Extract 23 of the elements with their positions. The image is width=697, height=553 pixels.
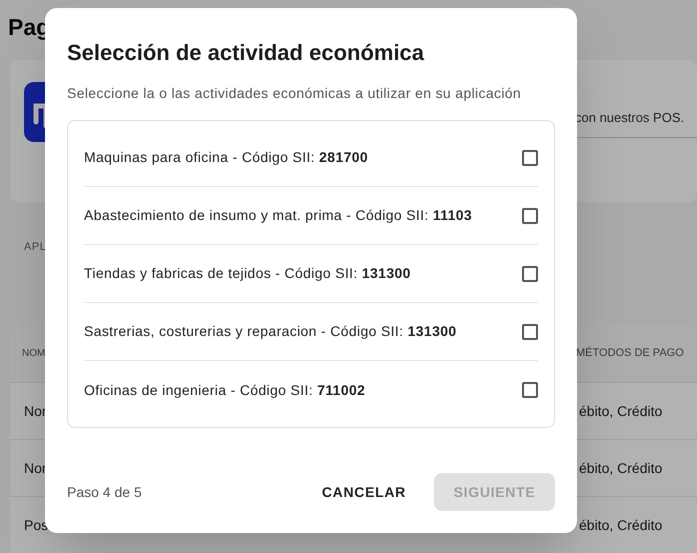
cancel-button[interactable]: CANCELAR [322,473,406,511]
activity-label: Abastecimiento de insumo y mat. prima - Código SII: 11103 [84,206,472,225]
activity-label: Maquinas para oficina - Código SII: 281700 [84,148,368,167]
table-cell-text: ébito, Crédito [579,516,664,535]
activity-label: Sastrerias, costurerias y reparacion - Código SII: 131300 [84,322,456,341]
checkbox[interactable] [522,266,538,282]
checkbox[interactable] [522,150,538,166]
activity-label: Oficinas de ingenieria - Código SII: 711002 [84,380,366,400]
table-cell-text: Nor [23,402,47,421]
section-label: APL [24,240,46,253]
step-indicator: Paso 4 de 5 [67,482,142,502]
table-cell-text: Pos [23,516,48,535]
column-header: NOM [22,347,46,362]
column-header: MÉTODOS DE PAGO [576,346,685,362]
dialog-subtitle: Seleccione la o las actividades económicas a utilizar en su aplicación [67,84,522,103]
table-cell-text: ébito, Crédito [579,402,664,421]
checkbox[interactable] [522,208,538,224]
activity-label: Tiendas y fabricas de tejidos - Código SII: 131300 [84,264,411,283]
checkbox[interactable] [522,382,538,398]
table-cell-text: Nor [23,458,47,478]
table-cell-text: ébito, Crédito [579,458,664,478]
checkbox[interactable] [522,324,538,340]
dialog-title: Selección de actividad económica [67,39,426,67]
